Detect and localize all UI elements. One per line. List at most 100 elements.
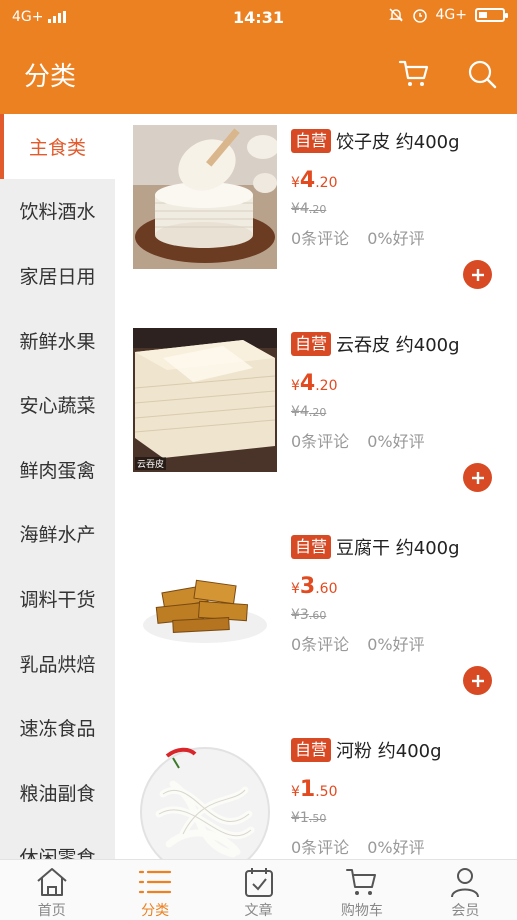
sidebar-item-label: 速冻食品 bbox=[19, 718, 96, 741]
sidebar-item-household[interactable]: 家居日用 bbox=[0, 243, 115, 308]
nav-label: 会员 bbox=[451, 903, 480, 919]
sidebar-item-snacks[interactable]: 休闲零食 bbox=[0, 825, 115, 859]
original-price-decimal: .20 bbox=[308, 406, 327, 419]
plus-icon bbox=[471, 268, 484, 281]
sidebar-item-label: 乳品烘焙 bbox=[19, 653, 96, 676]
review-count: 0条评论 bbox=[291, 838, 350, 857]
original-price: ¥4.20 bbox=[291, 404, 511, 420]
review-count: 0条评论 bbox=[291, 635, 350, 654]
review-count: 0条评论 bbox=[291, 229, 350, 248]
original-price-integer: ¥4 bbox=[291, 404, 309, 420]
sidebar-item-label: 家居日用 bbox=[19, 265, 96, 288]
product-image-dried-tofu[interactable] bbox=[133, 531, 277, 675]
product-stats: 0条评论 0%好评 bbox=[291, 834, 511, 858]
sidebar-item-dairy-bakery[interactable]: 乳品烘焙 bbox=[0, 631, 115, 696]
original-price: ¥1.50 bbox=[291, 810, 511, 826]
sidebar-item-meat-eggs[interactable]: 鲜肉蛋禽 bbox=[0, 437, 115, 502]
product-card[interactable]: 云吞皮 自营 云吞皮 约400g ¥4.20 ¥4.20 0条评论 0%好评 bbox=[115, 317, 517, 520]
product-name[interactable]: 云吞皮 约400g bbox=[336, 331, 460, 357]
sidebar-item-fruit[interactable]: 新鲜水果 bbox=[0, 308, 115, 373]
product-name[interactable]: 河粉 约400g bbox=[336, 737, 442, 763]
sidebar-item-label: 饮料酒水 bbox=[19, 201, 96, 224]
add-to-cart-button[interactable] bbox=[463, 463, 492, 492]
sidebar-item-label: 海鲜水产 bbox=[19, 524, 96, 547]
original-price-decimal: .60 bbox=[308, 609, 327, 622]
nav-label: 分类 bbox=[141, 903, 170, 919]
product-info: 自营 河粉 约400g ¥1.50 ¥1.50 0条评论 0%好评 bbox=[291, 737, 511, 858]
price-decimal: .50 bbox=[315, 784, 338, 800]
product-info: 自营 豆腐干 约400g ¥3.60 ¥3.60 0条评论 0%好评 bbox=[291, 534, 511, 655]
home-icon bbox=[37, 868, 67, 896]
nav-label: 购物车 bbox=[340, 903, 383, 919]
add-to-cart-button[interactable] bbox=[463, 260, 492, 289]
product-image-rice-noodles[interactable] bbox=[133, 734, 277, 859]
nav-cart[interactable]: 购物车 bbox=[310, 860, 413, 920]
mute-bell-icon bbox=[388, 8, 403, 22]
original-price-decimal: .20 bbox=[308, 203, 327, 216]
product-card[interactable]: 自营 河粉 约400g ¥1.50 ¥1.50 0条评论 0%好评 bbox=[115, 723, 517, 859]
nav-member[interactable]: 会员 bbox=[414, 860, 517, 920]
product-card[interactable]: 自营 饺子皮 约400g ¥4.20 ¥4.20 0条评论 0%好评 bbox=[115, 114, 517, 317]
product-stats: 0条评论 0%好评 bbox=[291, 428, 511, 452]
price-currency: ¥ bbox=[291, 581, 300, 597]
nav-category[interactable]: 分类 bbox=[103, 860, 206, 920]
sidebar-item-label: 鲜肉蛋禽 bbox=[19, 459, 96, 482]
original-price-decimal: .50 bbox=[308, 812, 327, 825]
price-integer: 3 bbox=[299, 574, 316, 599]
product-price: ¥1.50 bbox=[291, 777, 511, 802]
status-bar: 4G+ 14:31 4G+ bbox=[0, 0, 517, 36]
product-price: ¥4.20 bbox=[291, 168, 511, 193]
sidebar-item-label: 主食类 bbox=[28, 136, 86, 159]
nav-label: 文章 bbox=[244, 903, 273, 919]
sidebar-item-label: 新鲜水果 bbox=[19, 330, 96, 353]
alarm-icon bbox=[412, 9, 427, 23]
network-type-right: 4G+ bbox=[435, 7, 468, 23]
product-info: 自营 饺子皮 约400g ¥4.20 ¥4.20 0条评论 0%好评 bbox=[291, 128, 511, 249]
page-title: 分类 bbox=[24, 62, 77, 92]
product-image-wonton-wrappers[interactable]: 云吞皮 bbox=[133, 328, 277, 472]
sidebar-item-vegetables[interactable]: 安心蔬菜 bbox=[0, 372, 115, 437]
price-decimal: .20 bbox=[315, 378, 338, 394]
search-icon bbox=[468, 60, 497, 89]
sidebar-item-seafood[interactable]: 海鲜水产 bbox=[0, 502, 115, 567]
product-card[interactable]: 自营 豆腐干 约400g ¥3.60 ¥3.60 0条评论 0%好评 bbox=[115, 520, 517, 723]
product-name[interactable]: 饺子皮 约400g bbox=[336, 128, 460, 154]
price-currency: ¥ bbox=[291, 175, 300, 191]
sidebar-item-grain-oil[interactable]: 粮油副食 bbox=[0, 760, 115, 825]
self-operated-badge: 自营 bbox=[291, 535, 332, 559]
sidebar-item-label: 调料干货 bbox=[19, 588, 96, 611]
cart-icon bbox=[398, 60, 429, 86]
product-name[interactable]: 豆腐干 约400g bbox=[336, 534, 460, 560]
price-currency: ¥ bbox=[291, 378, 300, 394]
add-to-cart-button[interactable] bbox=[463, 666, 492, 695]
price-decimal: .60 bbox=[315, 581, 338, 597]
positive-rate: 0%好评 bbox=[367, 229, 425, 248]
status-right: 4G+ bbox=[388, 7, 508, 23]
bottom-navigation: 首页 分类 文章 购物车 会员 bbox=[0, 859, 517, 920]
nav-article[interactable]: 文章 bbox=[207, 860, 310, 920]
product-image-dumpling-wrappers[interactable] bbox=[133, 125, 277, 269]
sidebar-item-staple-food[interactable]: 主食类 bbox=[0, 114, 115, 179]
sidebar-item-frozen[interactable]: 速冻食品 bbox=[0, 695, 115, 760]
product-price: ¥4.20 bbox=[291, 371, 511, 396]
nav-label: 首页 bbox=[37, 903, 66, 919]
positive-rate: 0%好评 bbox=[367, 432, 425, 451]
price-integer: 4 bbox=[299, 168, 316, 193]
sidebar-item-label: 安心蔬菜 bbox=[19, 395, 96, 418]
header-cart-button[interactable] bbox=[396, 56, 432, 92]
battery-icon bbox=[475, 8, 508, 22]
plus-icon bbox=[471, 471, 484, 484]
original-price-integer: ¥4 bbox=[291, 201, 309, 217]
original-price-integer: ¥1 bbox=[291, 810, 309, 826]
category-list-icon bbox=[139, 870, 172, 894]
price-integer: 4 bbox=[299, 371, 316, 396]
sidebar-item-drinks[interactable]: 饮料酒水 bbox=[0, 179, 115, 244]
price-currency: ¥ bbox=[291, 784, 300, 800]
article-calendar-icon bbox=[244, 868, 273, 897]
self-operated-badge: 自营 bbox=[291, 129, 332, 153]
header-search-button[interactable] bbox=[464, 56, 500, 92]
nav-home[interactable]: 首页 bbox=[0, 860, 103, 920]
product-price: ¥3.60 bbox=[291, 574, 511, 599]
product-list: 自营 饺子皮 约400g ¥4.20 ¥4.20 0条评论 0%好评 云吞皮 自… bbox=[115, 114, 517, 859]
sidebar-item-seasoning[interactable]: 调料干货 bbox=[0, 566, 115, 631]
